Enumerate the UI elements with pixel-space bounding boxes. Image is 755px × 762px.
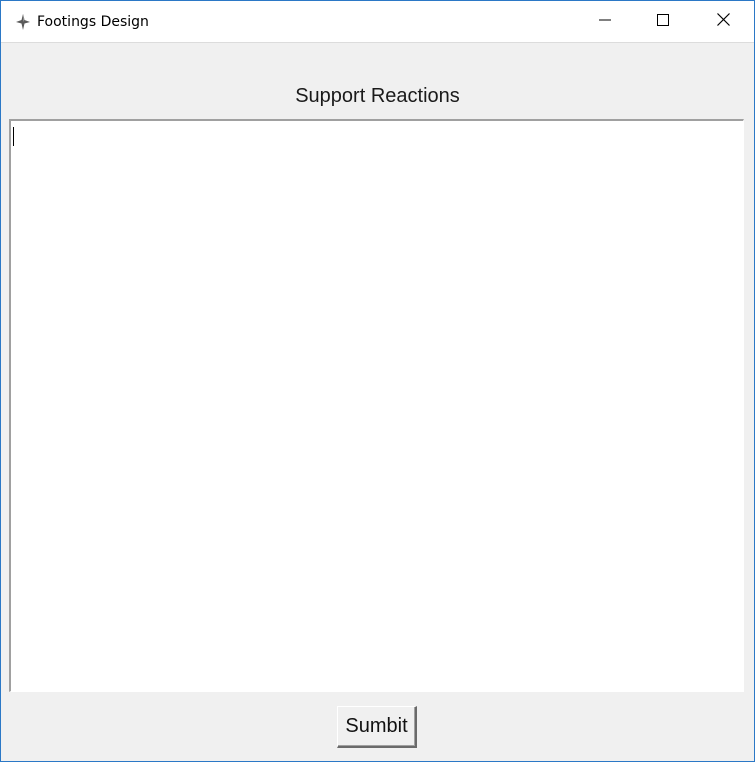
window-title: Footings Design — [37, 14, 149, 30]
close-button[interactable] — [692, 1, 754, 42]
maximize-icon — [657, 13, 669, 31]
support-reactions-textarea[interactable] — [9, 119, 744, 692]
maximize-button[interactable] — [634, 1, 692, 42]
title-bar[interactable]: Footings Design — [1, 1, 754, 43]
app-window: Footings Design Support Reactions Sumbit — [0, 0, 755, 762]
text-caret — [13, 127, 14, 146]
submit-button[interactable]: Sumbit — [337, 706, 417, 748]
minimize-icon — [599, 13, 611, 31]
close-icon — [716, 12, 730, 31]
page-heading: Support Reactions — [295, 85, 460, 107]
minimize-button[interactable] — [576, 1, 634, 42]
feather-icon — [14, 13, 32, 31]
